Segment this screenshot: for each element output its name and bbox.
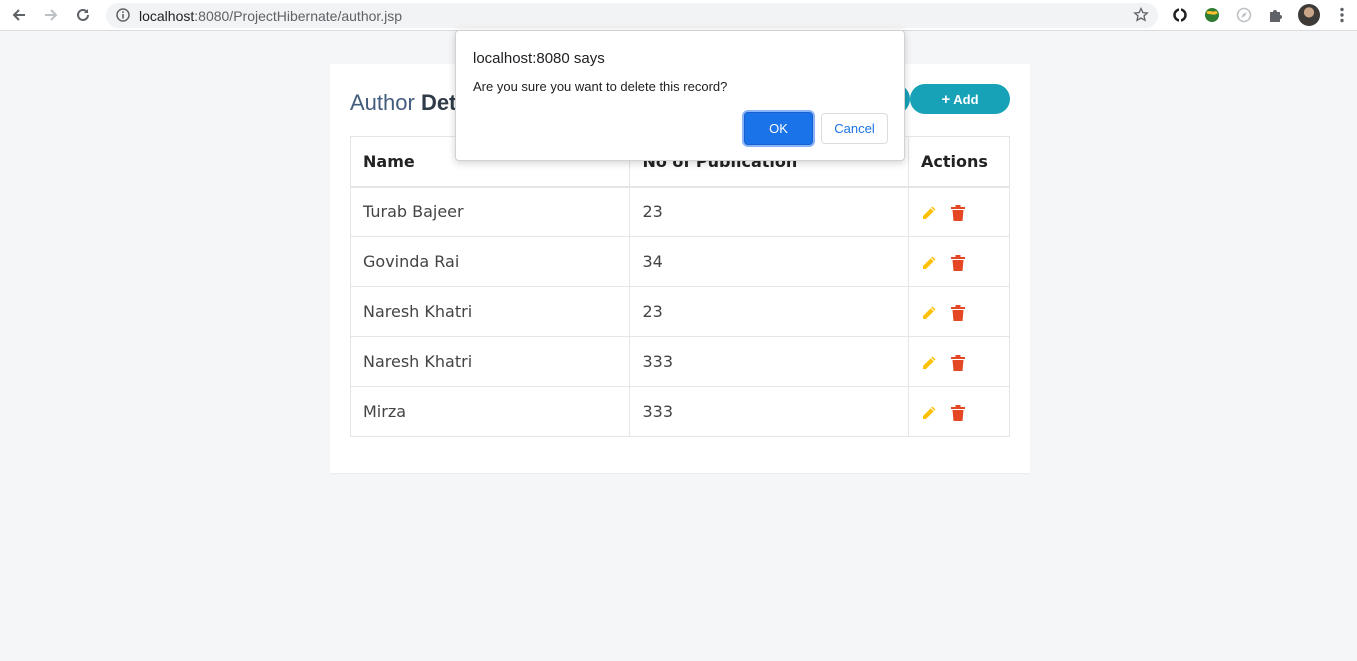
- dialog-title: localhost:8080 says: [473, 50, 605, 67]
- dialog-message: Are you sure you want to delete this rec…: [473, 79, 728, 94]
- delete-icon[interactable]: [951, 404, 966, 421]
- back-button[interactable]: [6, 3, 32, 27]
- address-bar[interactable]: localhost:8080/ProjectHibernate/author.j…: [106, 3, 1158, 28]
- arrow-right-icon: [45, 9, 58, 21]
- cell-name: Govinda Rai: [349, 236, 631, 287]
- profile-avatar[interactable]: [1298, 4, 1320, 26]
- arrow-left-icon: [12, 9, 25, 21]
- menu-dots-icon[interactable]: [1332, 5, 1352, 25]
- author-table: Name No of Publication Actions Turab Baj…: [349, 136, 1010, 437]
- edit-icon[interactable]: [921, 405, 937, 421]
- cell-actions: [908, 286, 1010, 337]
- table-row: Turab Bajeer 23: [349, 186, 1010, 237]
- browser-toolbar: localhost:8080/ProjectHibernate/author.j…: [0, 0, 1357, 31]
- edit-icon[interactable]: [921, 355, 937, 371]
- edit-icon[interactable]: [921, 205, 937, 221]
- reload-button[interactable]: [70, 3, 96, 27]
- reload-icon: [77, 8, 89, 21]
- delete-icon[interactable]: [951, 204, 966, 221]
- cell-actions: [908, 186, 1010, 237]
- table-row: Mirza 333: [349, 386, 1010, 437]
- header-actions: Actions: [908, 136, 1010, 188]
- extension-sync-icon[interactable]: [1170, 5, 1190, 25]
- cell-name: Naresh Khatri: [349, 336, 631, 387]
- add-button[interactable]: + Add: [910, 84, 1010, 114]
- delete-icon[interactable]: [951, 354, 966, 371]
- extension-globe-icon[interactable]: [1202, 5, 1222, 25]
- title-light: Author: [350, 90, 421, 115]
- ok-button[interactable]: OK: [744, 112, 813, 145]
- puzzle-icon[interactable]: [1266, 5, 1286, 25]
- delete-icon[interactable]: [951, 254, 966, 271]
- info-icon[interactable]: [115, 7, 131, 23]
- cell-publications: 333: [629, 336, 910, 387]
- cell-actions: [908, 336, 1010, 387]
- add-label: Add: [953, 91, 979, 107]
- cell-publications: 23: [629, 286, 910, 337]
- cell-publications: 333: [629, 386, 910, 437]
- cell-publications: 23: [629, 186, 910, 237]
- forward-button[interactable]: [38, 3, 64, 27]
- table-row: Govinda Rai 34: [349, 236, 1010, 287]
- edit-icon[interactable]: [921, 305, 937, 321]
- cell-name: Turab Bajeer: [349, 186, 631, 237]
- cancel-button[interactable]: Cancel: [821, 113, 888, 144]
- table-row: Naresh Khatri 23: [349, 286, 1010, 337]
- edit-icon[interactable]: [921, 255, 937, 271]
- cell-actions: [908, 386, 1010, 437]
- delete-icon[interactable]: [951, 304, 966, 321]
- cell-name: Mirza: [349, 386, 631, 437]
- url-text: localhost:8080/ProjectHibernate/author.j…: [139, 8, 402, 24]
- extension-compass-icon[interactable]: [1234, 5, 1254, 25]
- plus-icon: +: [941, 90, 951, 108]
- cell-actions: [908, 236, 1010, 287]
- cell-name: Naresh Khatri: [349, 286, 631, 337]
- table-row: Naresh Khatri 333: [349, 336, 1010, 387]
- confirm-dialog: localhost:8080 says Are you sure you wan…: [455, 30, 905, 161]
- cell-publications: 34: [629, 236, 910, 287]
- star-icon[interactable]: [1133, 6, 1149, 23]
- url-path: :8080/ProjectHibernate/author.jsp: [194, 8, 403, 24]
- url-host: localhost: [139, 8, 195, 24]
